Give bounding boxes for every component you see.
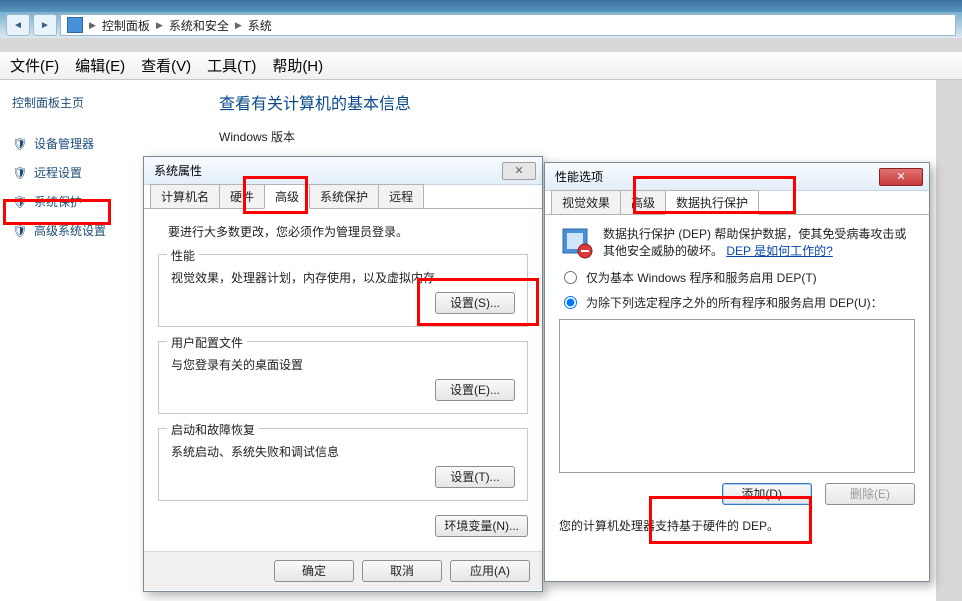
sidebar-item-label: 设备管理器 <box>34 135 94 152</box>
dep-description: 数据执行保护 (DEP) 帮助保护数据，使其免受病毒攻击或其他安全威胁的破坏。 … <box>603 225 915 259</box>
dialog-body: 要进行大多数更改，您必须作为管理员登录。 性能 视觉效果，处理器计划，内存使用，… <box>144 209 542 551</box>
performance-desc: 视觉效果，处理器计划，内存使用，以及虚拟内存 <box>171 269 515 286</box>
menubar: 文件(F) 编辑(E) 查看(V) 工具(T) 帮助(H) <box>0 52 962 80</box>
dep-radio-basic[interactable]: 仅为基本 Windows 程序和服务启用 DEP(T) <box>559 269 915 286</box>
window-titlebar <box>0 0 962 12</box>
sidebar-item-label: 高级系统设置 <box>34 222 106 239</box>
dialog-titlebar[interactable]: 性能选项 ✕ <box>545 163 929 191</box>
performance-settings-button[interactable]: 设置(S)... <box>435 292 515 314</box>
tab-strip: 视觉效果 高级 数据执行保护 <box>545 191 929 215</box>
startup-recovery-group: 启动和故障恢复 系统启动、系统失败和调试信息 设置(T)... <box>158 428 528 501</box>
chevron-right-icon: ▶ <box>89 20 96 31</box>
chevron-right-icon: ▶ <box>156 20 163 31</box>
close-button[interactable]: ✕ <box>502 162 536 180</box>
tab-visual-effects[interactable]: 视觉效果 <box>551 190 621 214</box>
performance-options-dialog: 性能选项 ✕ 视觉效果 高级 数据执行保护 数据执行保护 (DEP) 帮助保护数… <box>544 162 930 582</box>
sidebar-home-link[interactable]: 控制面板主页 <box>12 94 183 111</box>
nav-forward-button[interactable]: ► <box>33 14 57 36</box>
ok-button[interactable]: 确定 <box>274 560 354 582</box>
dep-radio-all-label: 为除下列选定程序之外的所有程序和服务启用 DEP(U)： <box>586 294 883 311</box>
performance-group: 性能 视觉效果，处理器计划，内存使用，以及虚拟内存 设置(S)... <box>158 254 528 327</box>
dep-how-link[interactable]: DEP 是如何工作的? <box>726 244 832 258</box>
dialog-title: 系统属性 <box>154 162 202 179</box>
menu-view[interactable]: 查看(V) <box>141 55 191 76</box>
close-button[interactable]: ✕ <box>879 168 923 186</box>
breadcrumb-item[interactable]: 系统和安全 <box>169 17 229 34</box>
dialog-footer: 确定 取消 应用(A) <box>144 551 542 590</box>
tab-hardware[interactable]: 硬件 <box>219 184 265 208</box>
user-profiles-settings-button[interactable]: 设置(E)... <box>435 379 515 401</box>
cancel-button[interactable]: 取消 <box>362 560 442 582</box>
dialog-body: 数据执行保护 (DEP) 帮助保护数据，使其免受病毒攻击或其他安全威胁的破坏。 … <box>545 215 929 548</box>
dep-radio-basic-label: 仅为基本 Windows 程序和服务启用 DEP(T) <box>586 269 817 286</box>
system-properties-dialog: 系统属性 ✕ 计算机名 硬件 高级 系统保护 远程 要进行大多数更改，您必须作为… <box>143 156 543 592</box>
user-profiles-group: 用户配置文件 与您登录有关的桌面设置 设置(E)... <box>158 341 528 414</box>
dialog-titlebar[interactable]: 系统属性 ✕ <box>144 157 542 185</box>
shield-icon: 🛡 <box>12 165 28 181</box>
dep-exclusion-listbox[interactable] <box>559 319 915 473</box>
group-legend: 用户配置文件 <box>167 334 247 351</box>
tab-computer-name[interactable]: 计算机名 <box>150 184 220 208</box>
shield-icon: 🛡 <box>12 223 28 239</box>
tab-system-protection[interactable]: 系统保护 <box>309 184 379 208</box>
chevron-right-icon: ▶ <box>235 20 242 31</box>
user-profiles-desc: 与您登录有关的桌面设置 <box>171 356 515 373</box>
page-title: 查看有关计算机的基本信息 <box>219 90 912 114</box>
shield-icon: 🛡 <box>12 136 28 152</box>
apply-button[interactable]: 应用(A) <box>450 560 530 582</box>
group-legend: 启动和故障恢复 <box>167 421 259 438</box>
menu-edit[interactable]: 编辑(E) <box>75 55 125 76</box>
dep-radio-all-input[interactable] <box>564 296 577 309</box>
tab-advanced[interactable]: 高级 <box>264 184 310 209</box>
dep-add-button[interactable]: 添加(D)... <box>722 483 812 505</box>
sidebar-item-device-manager[interactable]: 🛡 设备管理器 <box>12 129 183 158</box>
admin-note: 要进行大多数更改，您必须作为管理员登录。 <box>168 223 528 240</box>
dialog-title: 性能选项 <box>555 168 603 185</box>
dep-chip-icon <box>559 225 595 261</box>
tab-advanced[interactable]: 高级 <box>620 190 666 214</box>
tab-strip: 计算机名 硬件 高级 系统保护 远程 <box>144 185 542 209</box>
tab-remote[interactable]: 远程 <box>378 184 424 208</box>
sidebar-item-label: 远程设置 <box>34 164 82 181</box>
dep-radio-all[interactable]: 为除下列选定程序之外的所有程序和服务启用 DEP(U)： <box>559 294 915 311</box>
control-panel-icon <box>67 17 83 33</box>
menu-file[interactable]: 文件(F) <box>10 55 59 76</box>
startup-recovery-settings-button[interactable]: 设置(T)... <box>435 466 515 488</box>
sidebar-item-label: 系统保护 <box>34 193 82 210</box>
tab-dep[interactable]: 数据执行保护 <box>665 190 759 215</box>
dep-radio-basic-input[interactable] <box>564 271 577 284</box>
dep-remove-button: 删除(E) <box>825 483 915 505</box>
breadcrumb-item[interactable]: 系统 <box>248 17 272 34</box>
shield-icon: 🛡 <box>12 194 28 210</box>
startup-recovery-desc: 系统启动、系统失败和调试信息 <box>171 443 515 460</box>
environment-variables-button[interactable]: 环境变量(N)... <box>435 515 528 537</box>
nav-back-button[interactable]: ◄ <box>6 14 30 36</box>
menu-tools[interactable]: 工具(T) <box>207 55 256 76</box>
windows-edition-label: Windows 版本 <box>219 128 912 145</box>
address-bar-row: ◄ ► ▶ 控制面板 ▶ 系统和安全 ▶ 系统 <box>0 12 962 38</box>
menu-help[interactable]: 帮助(H) <box>272 55 323 76</box>
group-legend: 性能 <box>167 247 199 264</box>
dep-hardware-note: 您的计算机处理器支持基于硬件的 DEP。 <box>559 517 915 534</box>
breadcrumb-item[interactable]: 控制面板 <box>102 17 150 34</box>
breadcrumb[interactable]: ▶ 控制面板 ▶ 系统和安全 ▶ 系统 <box>60 14 956 36</box>
